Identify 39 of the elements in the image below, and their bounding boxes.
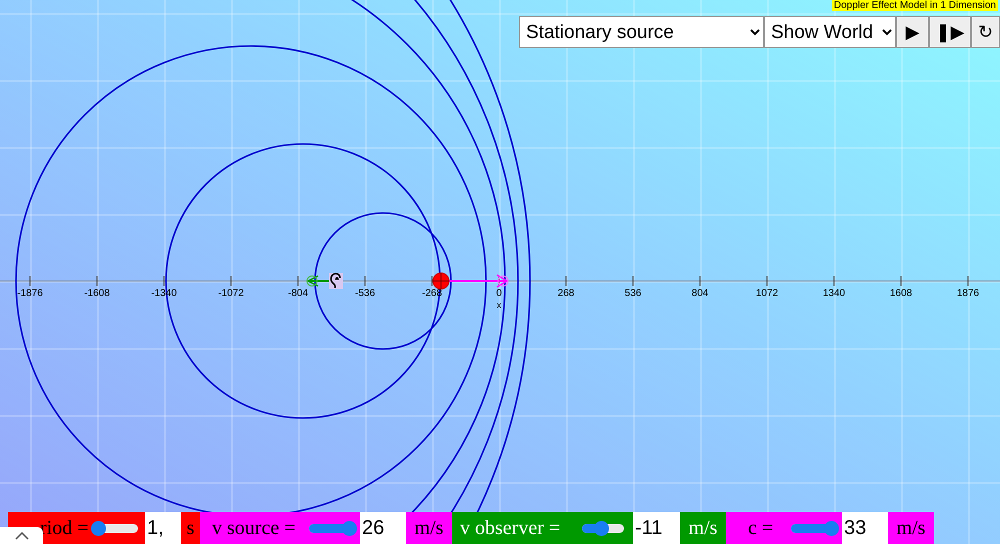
parameter-label: c =	[748, 516, 774, 540]
sound-source[interactable]	[432, 272, 450, 290]
slider-thumb[interactable]	[594, 520, 609, 536]
parameter-label: v source =	[212, 516, 296, 540]
unit-label: s	[181, 512, 200, 544]
axis-tick-label: -1072	[218, 288, 244, 299]
axis-tick-label: -1876	[17, 288, 43, 299]
axis-tick-label: 1876	[956, 288, 980, 299]
unit-label: m/s	[680, 512, 726, 544]
axis-tick-label: 0	[496, 288, 502, 299]
parameter-label: v observer =	[460, 516, 560, 540]
slider-thumb[interactable]	[342, 520, 357, 536]
value-field[interactable]: -11	[633, 512, 680, 544]
slider-thumb[interactable]	[824, 520, 839, 536]
value-field[interactable]: 1,	[145, 512, 181, 544]
axis-tick-label: 1072	[756, 288, 778, 299]
chevron-up-icon	[14, 532, 28, 540]
axis-tick-label: 1608	[890, 288, 912, 299]
ear-icon[interactable]	[329, 272, 343, 289]
axis-tick-label: 536	[624, 288, 642, 299]
axis-label: x	[496, 300, 502, 310]
slider-thumb[interactable]	[90, 520, 106, 536]
axis-tick-label: -1608	[84, 288, 110, 299]
axis-tick-label: 804	[692, 288, 708, 299]
axis-tick-label: -804	[288, 288, 308, 299]
step-button[interactable]: ❚▶	[929, 16, 971, 48]
value-field[interactable]: 26	[360, 512, 406, 544]
model-title: Doppler Effect Model in 1 Dimension	[832, 0, 998, 11]
play-button[interactable]: ▶	[896, 16, 929, 48]
reset-button[interactable]: ↻	[971, 16, 1000, 48]
value-field[interactable]: 33	[842, 512, 888, 544]
unit-label: m/s	[888, 512, 934, 544]
axis-tick-label: 268	[558, 288, 574, 299]
parameter-label: riod =	[40, 516, 88, 540]
view-dropdown[interactable]: Show World	[764, 16, 896, 48]
mode-dropdown[interactable]: Stationary source	[519, 16, 764, 48]
axis-tick-label: 1340	[822, 288, 846, 299]
unit-label: m/s	[406, 512, 452, 544]
axis-tick-label: -536	[355, 288, 375, 299]
